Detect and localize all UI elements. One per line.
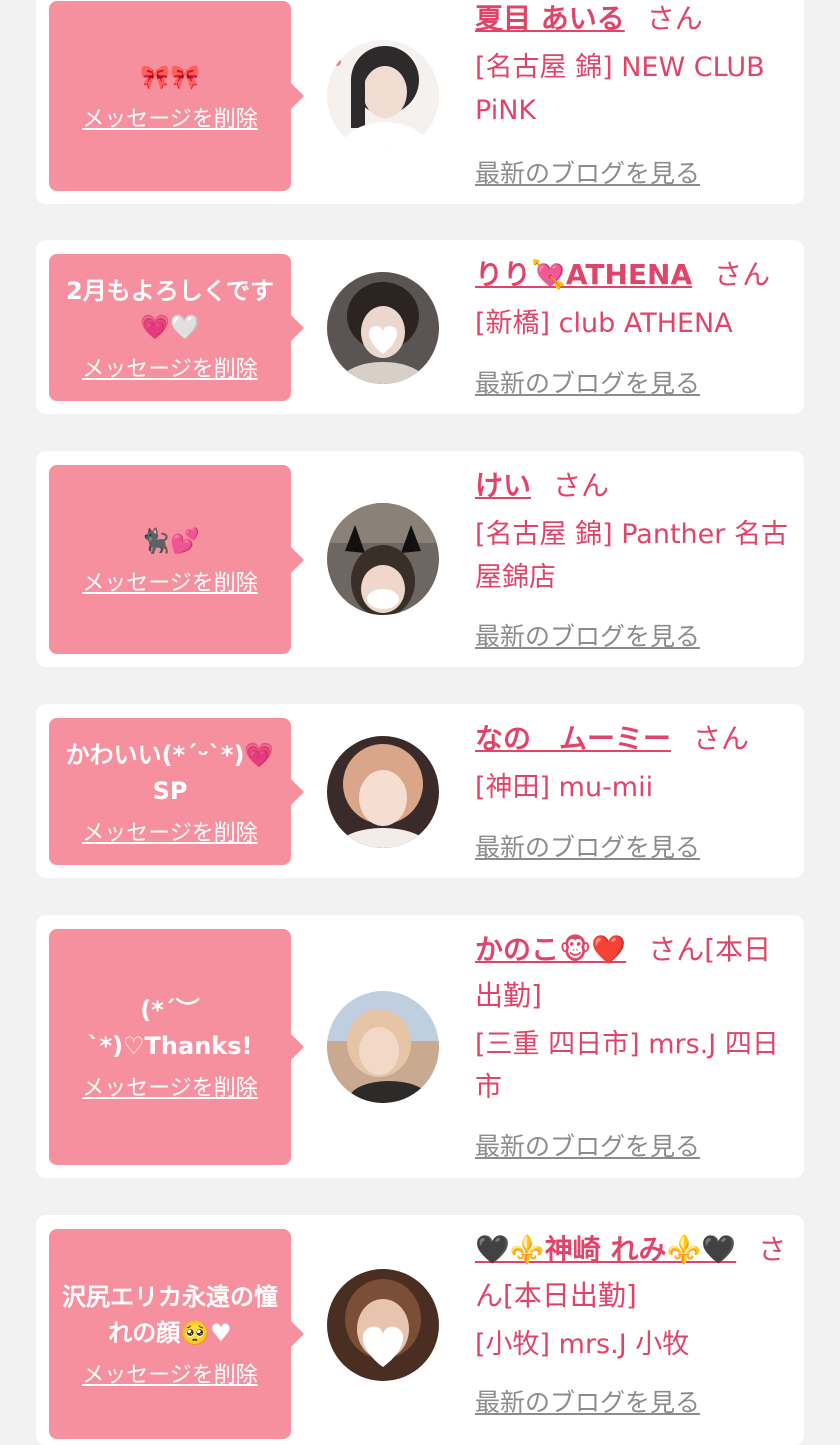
message-card: 2月もよろしくです💗🤍 メッセージを削除 りり💘ATHENA さん [新橋] cl… — [36, 240, 804, 414]
shop-name: [名古屋 錦] NEW CLUB PiNK — [475, 52, 765, 126]
delete-message-link[interactable]: メッセージを削除 — [82, 815, 258, 847]
message-bubble: 2月もよろしくです💗🤍 メッセージを削除 — [49, 254, 304, 401]
message-card: かわいい(*´ᵕ`*)💗SP メッセージを削除 なの ムーミー さん [神田] m… — [36, 704, 804, 878]
message-text: 2月もよろしくです💗🤍 — [66, 276, 274, 341]
avatar-photo — [327, 736, 439, 848]
message-bubble: かわいい(*´ᵕ`*)💗SP メッセージを削除 — [49, 718, 304, 865]
avatar[interactable] — [327, 736, 439, 848]
avatar-photo — [327, 503, 439, 615]
cast-info: 夏目 あいる さん [名古屋 錦] NEW CLUB PiNK — [475, 0, 790, 132]
message-text: 🐈‍⬛💕 — [140, 526, 200, 555]
shop-name: [名古屋 錦] Panther 名古屋錦店 — [475, 519, 788, 593]
cast-info: 🖤⚜️神崎 れみ⚜️🖤 さん[本日出勤] [小牧] mrs.J 小牧 — [475, 1227, 790, 1366]
shop-name: [神田] mu-mii — [475, 772, 654, 803]
shop-name: [新橋] club ATHENA — [475, 308, 733, 339]
message-text: 🎀🎀 — [140, 63, 200, 91]
avatar[interactable] — [327, 40, 439, 152]
message-text: (*´︶`*)♡Thanks! — [87, 996, 253, 1060]
message-card: 沢尻エリカ永遠の憧れの顔🥺♥ メッセージを削除 🖤⚜️神崎 れみ⚜️🖤 さん[本日… — [36, 1215, 804, 1445]
latest-blog-link[interactable]: 最新のブログを見る — [475, 1127, 700, 1163]
honorific: さん — [646, 2, 703, 35]
honorific: さん — [693, 722, 750, 755]
message-bubble: 🎀🎀 メッセージを削除 — [49, 1, 304, 191]
message-text: かわいい(*´ᵕ`*)💗SP — [65, 740, 275, 805]
cast-info: なの ムーミー さん [神田] mu-mii — [475, 716, 790, 809]
cast-name-link[interactable]: かのこ🐵❤️ — [475, 933, 626, 966]
delete-message-link[interactable]: メッセージを削除 — [82, 351, 258, 383]
delete-message-link[interactable]: メッセージを削除 — [82, 565, 258, 597]
cast-name-link[interactable]: けい — [475, 469, 531, 502]
cast-name-link[interactable]: 夏目 あいる — [475, 2, 625, 35]
honorific: さん — [553, 469, 610, 502]
avatar[interactable] — [327, 272, 439, 384]
avatar[interactable] — [327, 1269, 439, 1381]
latest-blog-link[interactable]: 最新のブログを見る — [475, 617, 700, 653]
avatar[interactable] — [327, 991, 439, 1103]
avatar-photo — [327, 991, 439, 1103]
cast-name-link[interactable]: りり💘ATHENA — [475, 258, 692, 291]
latest-blog-link[interactable]: 最新のブログを見る — [475, 1383, 700, 1419]
cast-name-link[interactable]: 🖤⚜️神崎 れみ⚜️🖤 — [475, 1233, 736, 1266]
message-text: 沢尻エリカ永遠の憧れの顔🥺♥ — [62, 1283, 278, 1347]
avatar[interactable] — [327, 503, 439, 615]
cast-info: りり💘ATHENA さん [新橋] club ATHENA — [475, 252, 790, 345]
shop-name: [小牧] mrs.J 小牧 — [475, 1329, 690, 1360]
cast-info: かのこ🐵❤️ さん[本日出勤] [三重 四日市] mrs.J 四日市 — [475, 927, 790, 1109]
latest-blog-link[interactable]: 最新のブログを見る — [475, 154, 700, 190]
avatar-photo — [327, 40, 439, 152]
cast-info: けい さん [名古屋 錦] Panther 名古屋錦店 — [475, 463, 790, 599]
avatar-photo — [327, 272, 439, 384]
cast-name-link[interactable]: なの ムーミー — [475, 722, 671, 755]
message-bubble: 🐈‍⬛💕 メッセージを削除 — [49, 465, 304, 654]
shop-name: [三重 四日市] mrs.J 四日市 — [475, 1029, 779, 1103]
honorific: さん — [714, 258, 771, 291]
message-card: (*´︶`*)♡Thanks! メッセージを削除 かのこ🐵❤️ さん[本日出勤] … — [36, 915, 804, 1178]
message-bubble: (*´︶`*)♡Thanks! メッセージを削除 — [49, 929, 304, 1165]
message-bubble: 沢尻エリカ永遠の憧れの顔🥺♥ メッセージを削除 — [49, 1229, 304, 1439]
delete-message-link[interactable]: メッセージを削除 — [82, 101, 258, 133]
latest-blog-link[interactable]: 最新のブログを見る — [475, 828, 700, 864]
latest-blog-link[interactable]: 最新のブログを見る — [475, 364, 700, 400]
avatar-photo — [327, 1269, 439, 1381]
delete-message-link[interactable]: メッセージを削除 — [82, 1070, 258, 1102]
delete-message-link[interactable]: メッセージを削除 — [82, 1357, 258, 1389]
message-card: 🎀🎀 メッセージを削除 夏目 あいる さん [名古屋 錦] NEW CLUB Pi… — [36, 0, 804, 204]
message-card: 🐈‍⬛💕 メッセージを削除 けい さん [名古屋 錦] Panther 名古屋錦店… — [36, 451, 804, 667]
